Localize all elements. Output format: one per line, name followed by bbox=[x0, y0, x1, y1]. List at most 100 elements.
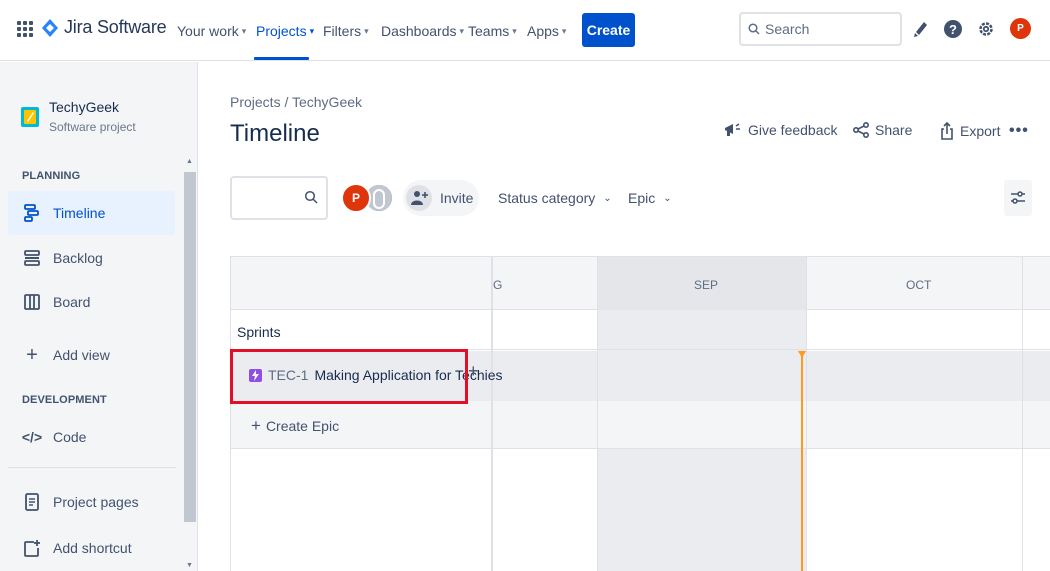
action-label: Share bbox=[875, 122, 913, 138]
scroll-down-icon[interactable]: ▼ bbox=[186, 562, 193, 569]
backlog-icon bbox=[23, 249, 41, 267]
search-icon bbox=[304, 190, 318, 204]
status-category-filter[interactable]: Status category ⌄ bbox=[498, 190, 612, 206]
sidebar-item-label: Add view bbox=[53, 347, 110, 363]
development-section-heading: DEVELOPMENT bbox=[22, 394, 107, 406]
nav-label: Apps bbox=[527, 23, 559, 39]
nav-your-work[interactable]: Your work ▾ bbox=[177, 21, 246, 41]
more-actions-icon[interactable]: ••• bbox=[1009, 122, 1029, 140]
project-name[interactable]: TechyGeek bbox=[49, 99, 119, 115]
give-feedback-button[interactable]: Give feedback bbox=[724, 122, 838, 138]
sidebar-item-code[interactable]: </> Code bbox=[8, 415, 175, 459]
sidebar-item-backlog[interactable]: Backlog bbox=[8, 236, 175, 280]
megaphone-icon bbox=[725, 123, 740, 136]
project-type: Software project bbox=[49, 120, 136, 134]
month-divider bbox=[1022, 257, 1023, 571]
create-epic-row bbox=[231, 401, 1050, 449]
create-epic-button[interactable]: + Create Epic bbox=[251, 416, 339, 436]
nav-projects[interactable]: Projects ▾ bbox=[256, 21, 314, 41]
nav-label: Dashboards bbox=[381, 23, 457, 39]
sidebar-item-label: Code bbox=[53, 429, 87, 445]
sidebar-item-label: Board bbox=[53, 294, 91, 310]
sidebar-item-label: Project pages bbox=[53, 494, 139, 510]
view-settings-button[interactable] bbox=[1004, 180, 1032, 216]
jira-diamond-icon bbox=[42, 18, 58, 37]
nav-label: Your work bbox=[177, 23, 239, 39]
month-label-sep: SEP bbox=[694, 278, 719, 292]
epic-filter[interactable]: Epic ⌄ bbox=[628, 190, 672, 206]
timeline-grid: G SEP OCT Sprints TEC-1 Making Applicati… bbox=[230, 256, 1050, 571]
chevron-down-icon: ▾ bbox=[459, 26, 465, 36]
sidebar-item-label: Backlog bbox=[53, 250, 103, 266]
chevron-down-icon: ▾ bbox=[309, 26, 315, 36]
nav-label: Filters bbox=[323, 23, 362, 39]
notifications-icon[interactable] bbox=[910, 18, 932, 40]
export-button[interactable]: Export bbox=[940, 122, 1000, 140]
timeline-search[interactable] bbox=[230, 176, 328, 220]
create-epic-label: Create Epic bbox=[265, 418, 340, 434]
sliders-icon bbox=[1011, 191, 1025, 204]
filter-label: Status category bbox=[498, 190, 596, 206]
month-label-oct: OCT bbox=[906, 278, 932, 292]
chevron-down-icon: ▾ bbox=[512, 26, 517, 36]
help-icon[interactable]: ? bbox=[942, 18, 964, 40]
action-label: Export bbox=[960, 123, 1001, 139]
today-line bbox=[801, 353, 803, 571]
sidebar-item-board[interactable]: Board bbox=[8, 280, 175, 324]
nav-dashboards[interactable]: Dashboards ▾ bbox=[381, 21, 464, 41]
chevron-down-icon: ⌄ bbox=[663, 192, 672, 204]
user-avatar-filter[interactable]: P bbox=[341, 183, 371, 213]
search-input[interactable] bbox=[765, 21, 885, 37]
sidebar-item-timeline[interactable]: Timeline bbox=[8, 191, 175, 235]
top-navigation: Jira Software Your work ▾ Projects ▾ Fil… bbox=[0, 0, 1050, 61]
action-label: Give feedback bbox=[748, 122, 838, 138]
share-icon bbox=[853, 122, 869, 138]
nav-filters[interactable]: Filters ▾ bbox=[323, 21, 369, 41]
chevron-down-icon: ▾ bbox=[561, 26, 567, 36]
sidebar-item-add-shortcut[interactable]: Add shortcut bbox=[8, 526, 175, 570]
timeline-icon bbox=[23, 204, 41, 222]
page-icon bbox=[23, 493, 41, 511]
board-icon bbox=[23, 293, 41, 311]
global-search[interactable] bbox=[739, 12, 902, 46]
code-icon: </> bbox=[21, 429, 43, 445]
nav-label: Projects bbox=[256, 23, 307, 39]
chevron-down-icon: ▾ bbox=[241, 26, 247, 36]
settings-gear-icon[interactable] bbox=[975, 18, 997, 40]
nav-teams[interactable]: Teams ▾ bbox=[468, 21, 517, 41]
month-divider bbox=[597, 257, 598, 571]
breadcrumb[interactable]: Projects / TechyGeek bbox=[230, 94, 362, 110]
project-sidebar: TechyGeek Software project PLANNING Time… bbox=[0, 62, 198, 571]
active-nav-indicator bbox=[254, 57, 309, 60]
add-user-icon bbox=[406, 185, 432, 211]
page-title: Timeline bbox=[230, 120, 320, 147]
search-icon bbox=[748, 23, 760, 35]
sprints-row bbox=[231, 310, 1050, 350]
svg-text:?: ? bbox=[949, 22, 957, 37]
sidebar-item-label: Add shortcut bbox=[53, 540, 132, 556]
month-label-aug: G bbox=[493, 278, 503, 292]
sidebar-item-add-view[interactable]: + Add view bbox=[8, 333, 175, 377]
scroll-up-icon[interactable]: ▲ bbox=[186, 158, 193, 165]
chevron-down-icon: ▾ bbox=[364, 26, 369, 36]
sidebar-item-project-pages[interactable]: Project pages bbox=[8, 480, 175, 524]
plus-icon: + bbox=[26, 343, 38, 366]
sidebar-divider bbox=[8, 467, 176, 468]
sidebar-scrollbar[interactable] bbox=[184, 172, 196, 522]
plus-icon: + bbox=[251, 416, 261, 435]
highlight-annotation-box bbox=[230, 349, 468, 404]
timeline-search-input[interactable] bbox=[238, 188, 303, 203]
jira-logo[interactable]: Jira Software bbox=[42, 17, 167, 38]
share-button[interactable]: Share bbox=[853, 122, 912, 138]
list-panel-divider[interactable] bbox=[491, 257, 493, 571]
create-button[interactable]: Create bbox=[582, 13, 635, 47]
invite-button[interactable]: Invite bbox=[403, 180, 479, 216]
nav-apps[interactable]: Apps ▾ bbox=[527, 21, 566, 41]
project-avatar-icon[interactable] bbox=[20, 105, 40, 129]
add-child-issue-icon[interactable]: + bbox=[468, 361, 479, 382]
user-avatar[interactable]: P bbox=[1010, 18, 1031, 39]
sprints-label: Sprints bbox=[237, 324, 281, 340]
sidebar-item-label: Timeline bbox=[53, 205, 106, 221]
add-shortcut-icon bbox=[23, 539, 41, 557]
app-switcher-icon[interactable] bbox=[17, 21, 33, 37]
